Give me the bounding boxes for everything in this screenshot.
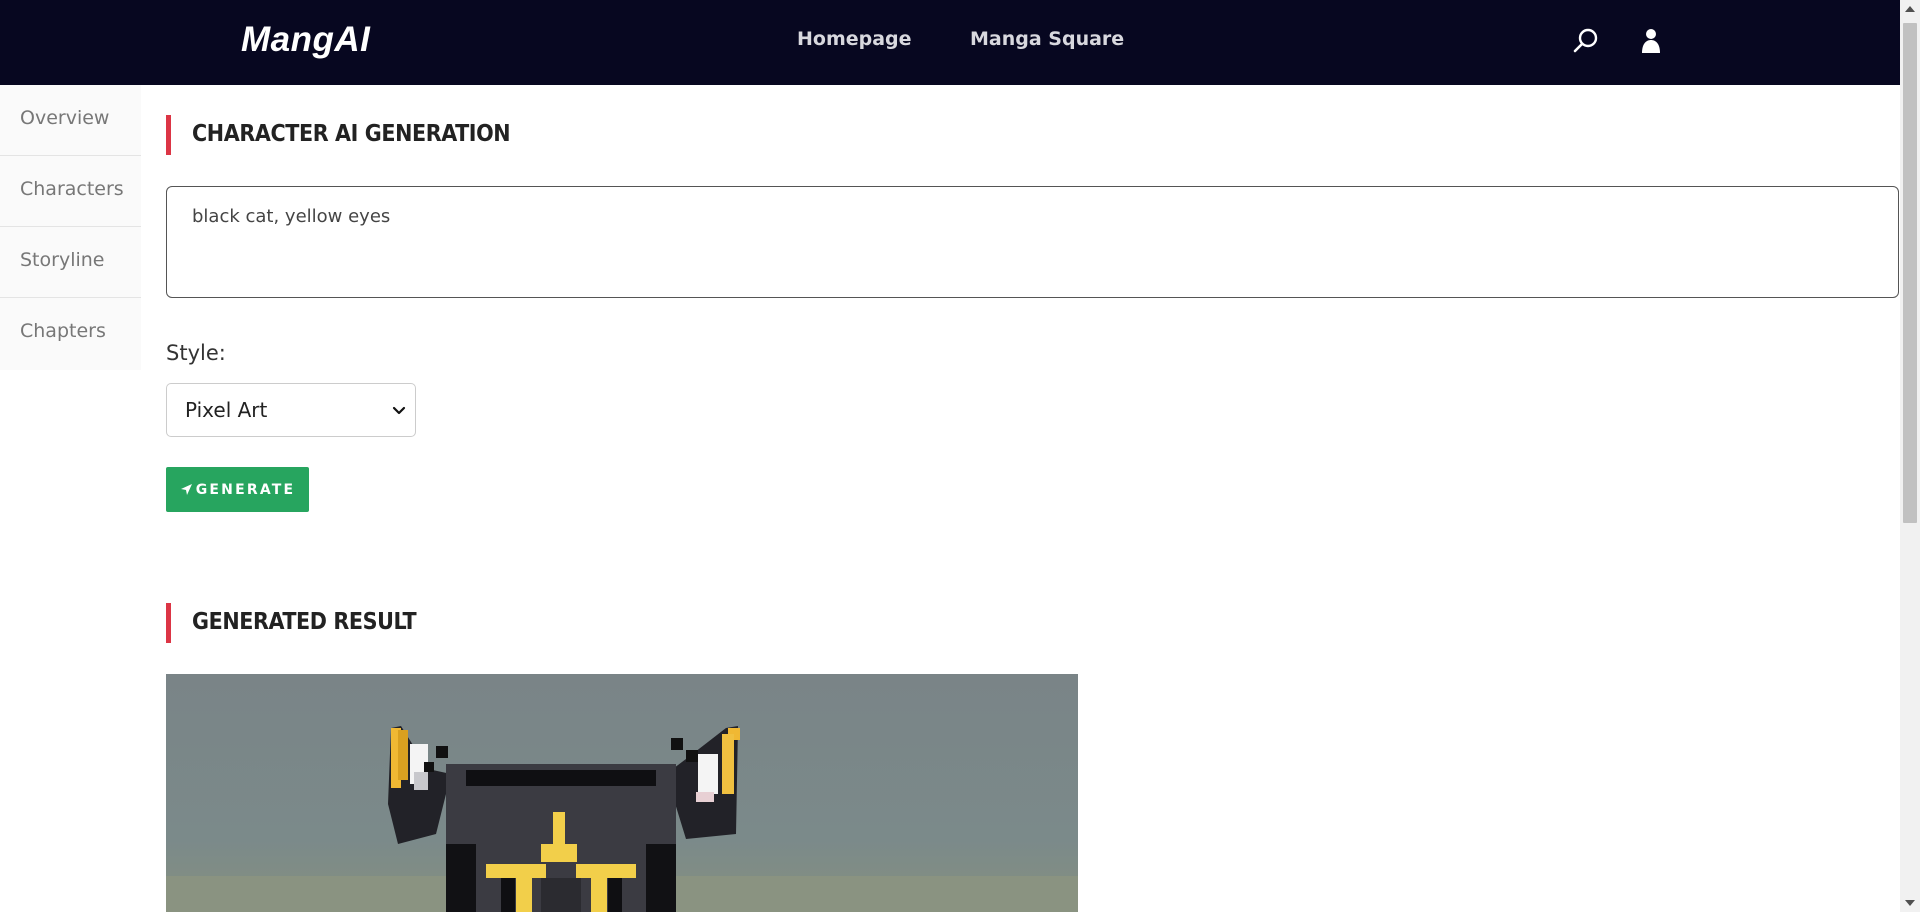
- sidebar-item-characters[interactable]: Characters: [0, 156, 141, 227]
- sidebar-item-overview[interactable]: Overview: [0, 85, 141, 156]
- page-scrollbar[interactable]: [1900, 0, 1920, 912]
- search-icon[interactable]: [1571, 26, 1601, 56]
- sidebar-item-storyline[interactable]: Storyline: [0, 227, 141, 298]
- scroll-up-icon[interactable]: [1905, 6, 1915, 12]
- style-label: Style:: [166, 341, 226, 365]
- style-selected-value: Pixel Art: [185, 398, 268, 422]
- nav-manga-square-link[interactable]: Manga Square: [970, 28, 1124, 50]
- user-icon[interactable]: [1636, 26, 1666, 56]
- nav-homepage-link[interactable]: Homepage: [797, 28, 912, 50]
- pixel-cat-image: [166, 674, 1078, 912]
- scrollbar-thumb[interactable]: [1903, 23, 1917, 523]
- send-arrow-icon: [180, 484, 192, 495]
- generation-section-title: CHARACTER AI GENERATION: [166, 115, 511, 155]
- chevron-down-icon: [392, 406, 406, 415]
- scroll-down-icon[interactable]: [1905, 900, 1915, 906]
- generate-button[interactable]: GENERATE: [166, 467, 309, 512]
- style-select[interactable]: Pixel Art: [166, 383, 416, 437]
- result-section-title: GENERATED RESULT: [166, 603, 417, 643]
- top-navbar: MangAI Homepage Manga Square: [0, 0, 1900, 85]
- generated-image: [166, 674, 1078, 912]
- sidebar: Overview Characters Storyline Chapters: [0, 85, 141, 370]
- generate-button-label: GENERATE: [195, 481, 296, 498]
- sidebar-item-chapters[interactable]: Chapters: [0, 298, 141, 370]
- prompt-input[interactable]: black cat, yellow eyes: [166, 186, 1899, 298]
- brand-logo[interactable]: MangAI: [241, 20, 370, 60]
